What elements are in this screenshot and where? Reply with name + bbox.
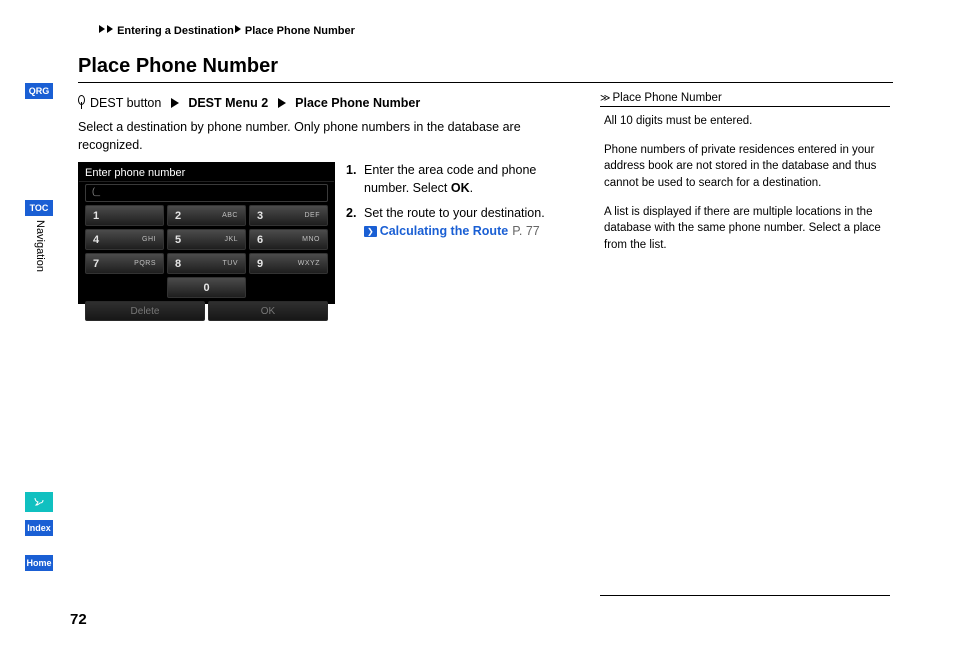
nav-path: DEST button DEST Menu 2 Place Phone Numb… xyxy=(78,95,420,110)
link-page: P. 77 xyxy=(512,224,540,238)
keypad-key-9: 9WXYZ xyxy=(249,253,328,274)
sidebar-note-p1: All 10 digits must be entered. xyxy=(604,113,890,130)
path-start: DEST button xyxy=(90,96,161,110)
step-1-ok: OK xyxy=(451,181,470,195)
crumb-level-2: Place Phone Number xyxy=(245,25,355,37)
tab-home[interactable]: Home xyxy=(25,555,53,571)
keypad-key-5: 5JKL xyxy=(167,229,246,250)
path-menu: DEST Menu 2 xyxy=(188,96,268,110)
body-text: Select a destination by phone number. On… xyxy=(78,118,578,154)
keypad-ok-button: OK xyxy=(208,301,328,321)
keypad-key-3: 3DEF xyxy=(249,205,328,226)
dest-button-icon xyxy=(78,95,87,109)
triangle-right-icon xyxy=(171,98,179,108)
keypad-key-4: 4GHI xyxy=(85,229,164,250)
sidebar-note-end-rule xyxy=(600,595,890,596)
section-label-navigation: Navigation xyxy=(34,220,46,272)
path-item: Place Phone Number xyxy=(295,96,420,110)
tab-voice[interactable] xyxy=(25,492,53,512)
page-title: Place Phone Number xyxy=(78,55,278,78)
link-arrow-icon: ❯ xyxy=(364,226,377,237)
tab-toc[interactable]: TOC xyxy=(25,200,53,216)
step-1-text-c: . xyxy=(470,181,473,195)
step-number: 1. xyxy=(346,162,360,197)
heading-divider xyxy=(78,82,893,83)
keypad-key-7: 7PQRS xyxy=(85,253,164,274)
step-number: 2. xyxy=(346,205,360,240)
step-2: 2. Set the route to your destination. ❯C… xyxy=(346,205,566,240)
keypad-delete-button: Delete xyxy=(85,301,205,321)
breadcrumb: Entering a Destination Place Phone Numbe… xyxy=(98,25,355,37)
keypad-title: Enter phone number xyxy=(79,163,334,182)
voice-icon xyxy=(33,495,45,507)
sidebar-note-title: Place Phone Number xyxy=(612,92,721,104)
step-2-text: Set the route to your destination. xyxy=(364,206,545,220)
crumb-level-1: Entering a Destination xyxy=(117,25,234,37)
tab-qrg[interactable]: QRG xyxy=(25,83,53,99)
note-icon: ≫ xyxy=(600,93,610,104)
step-1: 1. Enter the area code and phone number.… xyxy=(346,162,566,197)
chevron-right-icon xyxy=(235,25,241,33)
tab-index[interactable]: Index xyxy=(25,520,53,536)
keypad-screenshot: Enter phone number (_ 1 2ABC 3DEF 4GHI 5… xyxy=(78,162,335,304)
keypad-key-0: 0 xyxy=(167,277,246,298)
triangle-right-icon xyxy=(278,98,286,108)
keypad-key-8: 8TUV xyxy=(167,253,246,274)
keypad-key-2: 2ABC xyxy=(167,205,246,226)
cross-ref-link[interactable]: ❯Calculating the Route P. 77 xyxy=(364,224,540,238)
keypad-key-6: 6MNO xyxy=(249,229,328,250)
sidebar-note-p2: Phone numbers of private residences ente… xyxy=(604,142,890,192)
page-number: 72 xyxy=(70,611,87,628)
chevron-right-icon xyxy=(107,25,113,33)
link-label: Calculating the Route xyxy=(380,224,508,238)
sidebar-note-p3: A list is displayed if there are multipl… xyxy=(604,204,890,254)
chevron-right-icon xyxy=(99,25,105,33)
keypad-key-1: 1 xyxy=(85,205,164,226)
keypad-input: (_ xyxy=(85,184,328,202)
sidebar-note: ≫Place Phone Number All 10 digits must b… xyxy=(600,92,890,266)
steps-list: 1. Enter the area code and phone number.… xyxy=(346,162,566,248)
